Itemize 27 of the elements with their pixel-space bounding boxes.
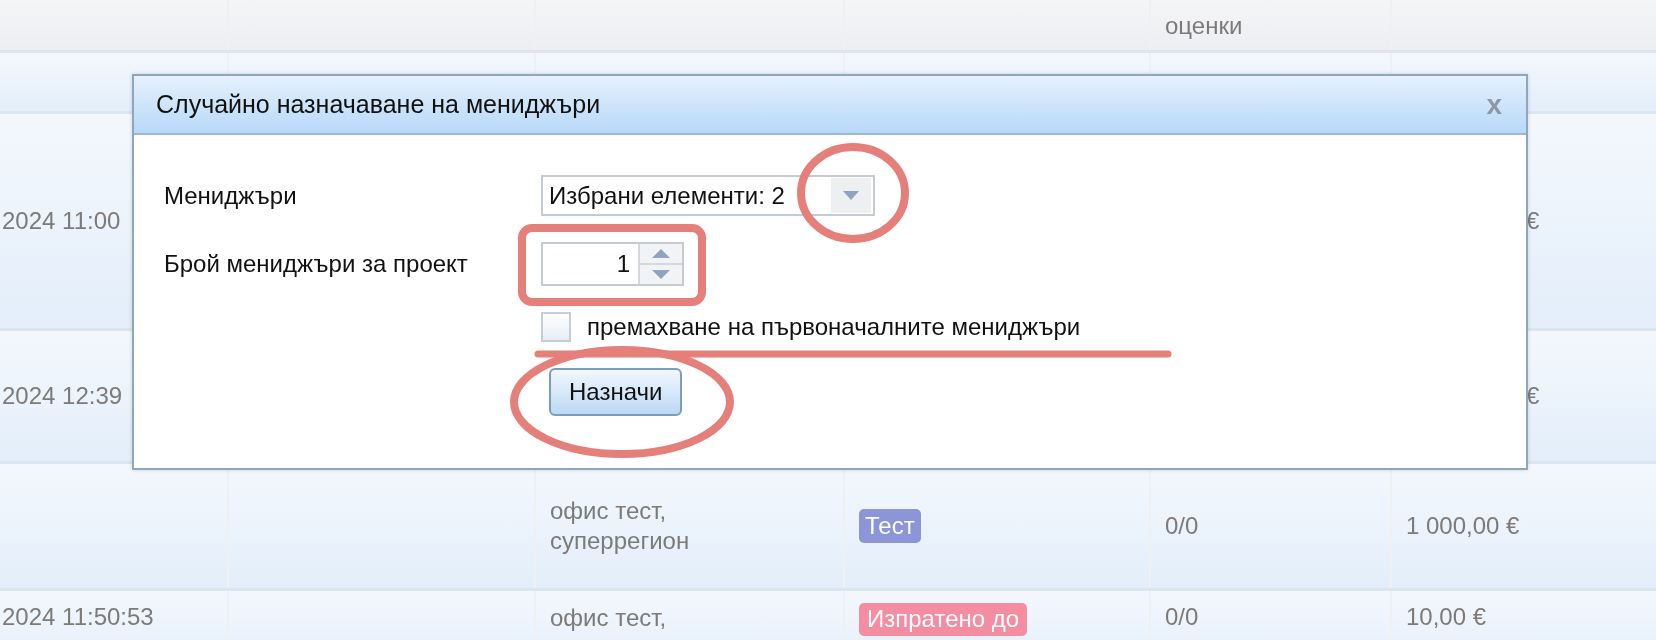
number-spinner[interactable]: 1 <box>541 242 684 286</box>
down-arrow-icon <box>652 270 670 279</box>
table-cell: € <box>1526 382 1540 410</box>
dropdown-arrow-icon <box>843 191 859 200</box>
dialog-title: Случайно назначаване на мениджъри <box>156 90 601 119</box>
status-badge: Изпратено до <box>859 603 1028 636</box>
table-cell: 2024 11:00 <box>2 207 121 235</box>
table-cell: 0/0 <box>1165 603 1199 631</box>
field-label: Мениджъри <box>164 181 298 210</box>
table-cell: 10,00 € <box>1406 603 1487 631</box>
status-badge: Тест <box>859 509 921 543</box>
table-cell-text: офис тест, суперрегион <box>550 496 691 556</box>
up-arrow-icon <box>652 249 670 258</box>
table-cell: 2024 12:39 <box>2 382 123 410</box>
column-header: оценки <box>1165 12 1243 40</box>
assign-button[interactable]: Назначи <box>549 368 683 416</box>
table-cell: 0/0 <box>1165 512 1199 540</box>
decrement-button[interactable] <box>640 263 682 284</box>
table-cell: офис тест, <box>550 603 667 633</box>
table-cell: 2024 11:50:53 <box>2 603 154 631</box>
field-label: Брой мениджъри за проект <box>164 250 469 278</box>
checkbox[interactable] <box>541 312 571 342</box>
table-cell: € <box>1526 207 1540 235</box>
increment-button[interactable] <box>640 244 682 263</box>
multiselect-dropdown[interactable]: Избрани елементи: 2 <box>541 175 875 216</box>
table-cell: 1 000,00 € <box>1406 512 1520 540</box>
checkbox-label: премахване на първоначалните мениджъри <box>587 313 1081 341</box>
